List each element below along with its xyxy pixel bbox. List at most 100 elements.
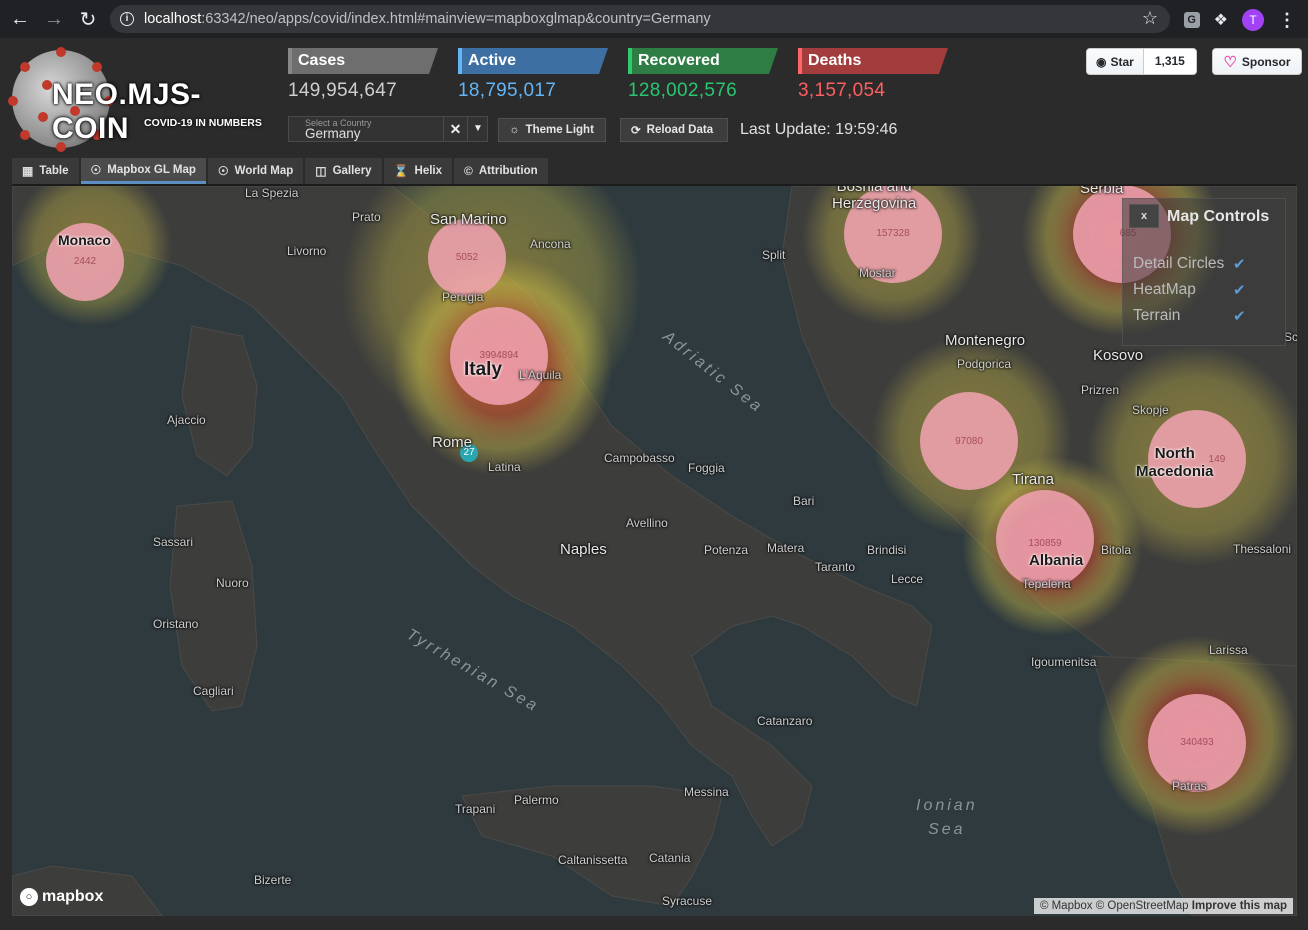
back-icon[interactable]: ← [6,5,34,33]
github-star-button[interactable]: ◉ Star [1087,49,1144,74]
place-label: L'Aquila [519,368,562,382]
address-bar[interactable]: i localhost:63342/neo/apps/covid/index.h… [110,5,1170,33]
country-label: North Macedonia [1136,445,1214,480]
place-label: Brindisi [867,543,907,557]
detail-circles-toggle[interactable]: Detail Circles ✔ [1133,255,1253,273]
mapbox-logo[interactable]: ○ mapbox [20,888,103,906]
place-label: Skopje [1132,403,1169,417]
place-label: Cagliari [193,684,234,698]
tab-gallery[interactable]: ◫ Gallery [305,158,382,184]
stat-deaths-value: 3,157,054 [798,80,886,101]
images-icon: ◫ [315,164,327,178]
reload-icon[interactable]: ↻ [74,5,102,33]
extension-g-icon[interactable]: G [1183,12,1200,28]
place-label: Igoumenitsa [1031,655,1097,669]
logo-subtitle: COVID-19 IN NUMBERS [144,117,262,129]
country-select[interactable]: Select a Country Germany ✕ ▼ [288,116,488,142]
place-label: Lecce [891,572,924,586]
heart-icon: ♡ [1223,53,1237,71]
attribution-text[interactable]: © Mapbox © OpenStreetMap [1040,900,1189,912]
extensions-puzzle-icon[interactable]: ❖ [1214,10,1228,30]
tab-attribution[interactable]: © Attribution [454,158,548,184]
stat-deaths-label: Deaths [798,48,948,74]
theme-light-button[interactable]: ☼ Theme Light [498,118,606,142]
country-label: Italy [464,359,503,380]
app-header: NEO.MJS-COIN COVID-19 IN NUMBERS Cases 1… [0,38,1308,156]
tab-world-map[interactable]: ☉ World Map [207,158,304,184]
reload-data-button[interactable]: ⟳ Reload Data [620,118,728,142]
clear-icon[interactable]: ✕ [443,117,467,141]
terrain-toggle[interactable]: Terrain ✔ [1133,307,1253,325]
place-label: Livorno [287,244,327,258]
sync-icon: ⟳ [631,125,641,137]
sponsor-label: Sponsor [1241,54,1291,69]
circle-value-montenegro: 97080 [955,436,983,447]
url-text[interactable]: localhost:63342/neo/apps/covid/index.htm… [144,11,711,27]
place-label: Patras [1172,779,1207,793]
check-icon: ✔ [1233,308,1246,325]
place-label: Tirana [1012,471,1054,488]
map-controls-title: Map Controls [1167,208,1270,225]
stat-recovered: Recovered 128,002,576 [628,48,778,102]
last-update: Last Update: 19:59:46 [740,121,898,138]
mapbox-map[interactable]: 2442 5052 3994894 157328 685 97080 13085… [12,186,1297,916]
place-label: Mostar [859,266,896,280]
place-label: Ajaccio [167,413,206,427]
dropdown-trigger-icon[interactable]: ▼ [467,117,488,141]
stat-cases-value: 149,954,647 [288,80,397,101]
stat-deaths: Deaths 3,157,054 [798,48,948,102]
stat-active-label: Active [458,48,608,74]
stat-cases: Cases 149,954,647 [288,48,438,102]
place-label: Avellino [626,516,668,530]
place-label: Latina [488,460,521,474]
country-label: Albania [1029,552,1084,569]
place-label: Palermo [514,793,559,807]
place-label: Tepelena [1022,577,1071,591]
app-logo: NEO.MJS-COIN COVID-19 IN NUMBERS [8,47,267,152]
map-attribution[interactable]: © Mapbox © OpenStreetMap Improve this ma… [1033,898,1293,914]
browser-toolbar: ← → ↻ i localhost:63342/neo/apps/covid/i… [0,0,1308,38]
logo-title: NEO.MJS-COIN [52,78,202,145]
forward-icon[interactable]: → [40,5,68,33]
circle-value-albania: 130859 [1028,538,1062,549]
place-label: Perugia [442,290,484,304]
country-select-value[interactable]: Germany [305,126,361,141]
github-star-widget[interactable]: ◉ Star 1,315 [1086,48,1197,75]
close-map-controls-button[interactable]: x [1129,204,1159,228]
github-star-count[interactable]: 1,315 [1143,49,1196,74]
place-label: Prato [352,210,381,224]
place-label: Sassari [153,535,194,549]
place-label: Serbia [1080,186,1124,197]
place-label: Matera [767,541,805,555]
browser-menu-icon[interactable]: ⋮ [1278,10,1296,31]
improve-map-link[interactable]: Improve this map [1192,900,1287,912]
stat-cases-label: Cases [288,48,438,74]
hourglass-icon: ⌛ [393,164,409,178]
github-icon: ◉ [1096,54,1107,69]
place-label: Messina [684,785,729,799]
place-label: La Spezia [245,186,299,200]
heatmap-toggle[interactable]: HeatMap ✔ [1133,281,1253,299]
mapbox-icon: ○ [20,888,38,906]
place-label: Split [762,248,786,262]
place-label: Taranto [815,560,856,574]
check-icon: ✔ [1233,256,1246,273]
place-label: Potenza [704,543,749,557]
profile-avatar[interactable]: T [1242,9,1264,31]
place-label: Bari [793,494,815,508]
tab-mapbox-gl-map[interactable]: ☉ Mapbox GL Map [80,158,206,184]
map-controls-panel: x Map Controls Detail Circles ✔ HeatMap ✔ … [1122,198,1286,346]
stat-recovered-label: Recovered [628,48,778,74]
tab-table[interactable]: ▦ Table [12,158,79,184]
place-label: Podgorica [957,357,1012,371]
place-label: Caltanissetta [558,853,628,867]
place-label: San Marino [430,211,507,228]
place-label: Bosnia and Herzegovina [832,186,917,212]
place-label: Prizren [1081,383,1120,397]
sponsor-button[interactable]: ♡ Sponsor [1212,48,1302,75]
tab-helix[interactable]: ⌛ Helix [383,158,453,184]
place-label: Montenegro [945,332,1026,349]
site-info-icon[interactable]: i [120,12,134,26]
bookmark-star-icon[interactable]: ☆ [1142,8,1158,29]
globe-icon: ☉ [217,164,229,178]
